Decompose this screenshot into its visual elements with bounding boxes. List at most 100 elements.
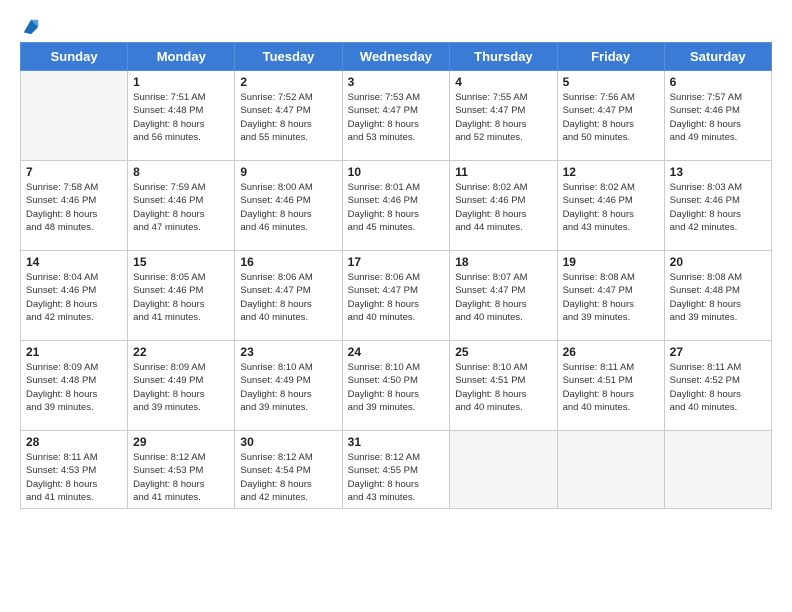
- day-info: Sunrise: 8:08 AM Sunset: 4:48 PM Dayligh…: [670, 271, 766, 324]
- day-info: Sunrise: 7:51 AM Sunset: 4:48 PM Dayligh…: [133, 91, 229, 144]
- day-number: 18: [455, 255, 551, 269]
- day-number: 9: [240, 165, 336, 179]
- day-info: Sunrise: 8:05 AM Sunset: 4:46 PM Dayligh…: [133, 271, 229, 324]
- day-info: Sunrise: 8:11 AM Sunset: 4:51 PM Dayligh…: [563, 361, 659, 414]
- day-number: 30: [240, 435, 336, 449]
- day-info: Sunrise: 8:10 AM Sunset: 4:50 PM Dayligh…: [348, 361, 445, 414]
- calendar-cell: 8 Sunrise: 7:59 AM Sunset: 4:46 PM Daylig…: [128, 161, 235, 251]
- calendar-cell: 7 Sunrise: 7:58 AM Sunset: 4:46 PM Daylig…: [21, 161, 128, 251]
- calendar-cell: 4 Sunrise: 7:55 AM Sunset: 4:47 PM Daylig…: [450, 71, 557, 161]
- week-row-3: 14Sunrise: 8:04 AM Sunset: 4:46 PM Dayli…: [21, 251, 772, 341]
- day-number: 23: [240, 345, 336, 359]
- logo-icon: [22, 18, 40, 36]
- day-number: 13: [670, 165, 766, 179]
- day-info: Sunrise: 8:03 AM Sunset: 4:46 PM Dayligh…: [670, 181, 766, 234]
- calendar-cell: 31 Sunrise: 8:12 AM Sunset: 4:55 PM Dayli…: [342, 431, 450, 509]
- week-row-1: 1 Sunrise: 7:51 AM Sunset: 4:48 PM Daylig…: [21, 71, 772, 161]
- day-info: Sunrise: 8:09 AM Sunset: 4:49 PM Dayligh…: [133, 361, 229, 414]
- day-info: Sunrise: 8:02 AM Sunset: 4:46 PM Dayligh…: [563, 181, 659, 234]
- week-row-2: 7 Sunrise: 7:58 AM Sunset: 4:46 PM Daylig…: [21, 161, 772, 251]
- day-info: Sunrise: 8:12 AM Sunset: 4:53 PM Dayligh…: [133, 451, 229, 504]
- weekday-header-row: SundayMondayTuesdayWednesdayThursdayFrid…: [21, 43, 772, 71]
- day-info: Sunrise: 7:56 AM Sunset: 4:47 PM Dayligh…: [563, 91, 659, 144]
- day-info: Sunrise: 8:11 AM Sunset: 4:53 PM Dayligh…: [26, 451, 122, 504]
- day-number: 26: [563, 345, 659, 359]
- day-info: Sunrise: 8:06 AM Sunset: 4:47 PM Dayligh…: [240, 271, 336, 324]
- calendar-cell: 12 Sunrise: 8:02 AM Sunset: 4:46 PM Dayli…: [557, 161, 664, 251]
- calendar-cell: 14Sunrise: 8:04 AM Sunset: 4:46 PM Dayli…: [21, 251, 128, 341]
- day-number: 14: [26, 255, 122, 269]
- day-number: 20: [670, 255, 766, 269]
- calendar-cell: 15 Sunrise: 8:05 AM Sunset: 4:46 PM Dayli…: [128, 251, 235, 341]
- calendar-cell: 21Sunrise: 8:09 AM Sunset: 4:48 PM Dayli…: [21, 341, 128, 431]
- calendar-cell: 5 Sunrise: 7:56 AM Sunset: 4:47 PM Daylig…: [557, 71, 664, 161]
- day-number: 21: [26, 345, 122, 359]
- day-number: 1: [133, 75, 229, 89]
- day-number: 31: [348, 435, 445, 449]
- day-number: 6: [670, 75, 766, 89]
- week-row-4: 21Sunrise: 8:09 AM Sunset: 4:48 PM Dayli…: [21, 341, 772, 431]
- day-number: 25: [455, 345, 551, 359]
- calendar-cell: 3 Sunrise: 7:53 AM Sunset: 4:47 PM Daylig…: [342, 71, 450, 161]
- day-number: 16: [240, 255, 336, 269]
- calendar-cell: 11 Sunrise: 8:02 AM Sunset: 4:46 PM Dayli…: [450, 161, 557, 251]
- weekday-header-saturday: Saturday: [664, 43, 771, 71]
- day-info: Sunrise: 8:02 AM Sunset: 4:46 PM Dayligh…: [455, 181, 551, 234]
- calendar-cell: 25 Sunrise: 8:10 AM Sunset: 4:51 PM Dayli…: [450, 341, 557, 431]
- calendar-cell: [21, 71, 128, 161]
- day-info: Sunrise: 7:58 AM Sunset: 4:46 PM Dayligh…: [26, 181, 122, 234]
- day-number: 27: [670, 345, 766, 359]
- calendar-cell: 13 Sunrise: 8:03 AM Sunset: 4:46 PM Dayli…: [664, 161, 771, 251]
- calendar-cell: 23 Sunrise: 8:10 AM Sunset: 4:49 PM Dayli…: [235, 341, 342, 431]
- day-number: 7: [26, 165, 122, 179]
- day-info: Sunrise: 8:06 AM Sunset: 4:47 PM Dayligh…: [348, 271, 445, 324]
- day-info: Sunrise: 7:55 AM Sunset: 4:47 PM Dayligh…: [455, 91, 551, 144]
- day-info: Sunrise: 7:57 AM Sunset: 4:46 PM Dayligh…: [670, 91, 766, 144]
- day-number: 19: [563, 255, 659, 269]
- calendar-cell: 27Sunrise: 8:11 AM Sunset: 4:52 PM Dayli…: [664, 341, 771, 431]
- weekday-header-thursday: Thursday: [450, 43, 557, 71]
- day-info: Sunrise: 8:07 AM Sunset: 4:47 PM Dayligh…: [455, 271, 551, 324]
- calendar-cell: 9 Sunrise: 8:00 AM Sunset: 4:46 PM Daylig…: [235, 161, 342, 251]
- weekday-header-monday: Monday: [128, 43, 235, 71]
- weekday-header-friday: Friday: [557, 43, 664, 71]
- calendar-cell: 16 Sunrise: 8:06 AM Sunset: 4:47 PM Dayli…: [235, 251, 342, 341]
- calendar-cell: 19 Sunrise: 8:08 AM Sunset: 4:47 PM Dayli…: [557, 251, 664, 341]
- day-info: Sunrise: 8:10 AM Sunset: 4:51 PM Dayligh…: [455, 361, 551, 414]
- day-number: 17: [348, 255, 445, 269]
- calendar-cell: 26 Sunrise: 8:11 AM Sunset: 4:51 PM Dayli…: [557, 341, 664, 431]
- day-number: 15: [133, 255, 229, 269]
- day-info: Sunrise: 8:12 AM Sunset: 4:55 PM Dayligh…: [348, 451, 445, 504]
- day-info: Sunrise: 8:12 AM Sunset: 4:54 PM Dayligh…: [240, 451, 336, 504]
- day-info: Sunrise: 8:01 AM Sunset: 4:46 PM Dayligh…: [348, 181, 445, 234]
- calendar-cell: 10Sunrise: 8:01 AM Sunset: 4:46 PM Dayli…: [342, 161, 450, 251]
- day-number: 12: [563, 165, 659, 179]
- day-number: 5: [563, 75, 659, 89]
- day-number: 28: [26, 435, 122, 449]
- calendar-cell: 18 Sunrise: 8:07 AM Sunset: 4:47 PM Dayli…: [450, 251, 557, 341]
- day-info: Sunrise: 8:00 AM Sunset: 4:46 PM Dayligh…: [240, 181, 336, 234]
- calendar-cell: [450, 431, 557, 509]
- day-number: 29: [133, 435, 229, 449]
- logo: [20, 18, 40, 32]
- calendar-table: SundayMondayTuesdayWednesdayThursdayFrid…: [20, 42, 772, 509]
- day-number: 3: [348, 75, 445, 89]
- calendar-cell: [557, 431, 664, 509]
- day-info: Sunrise: 7:53 AM Sunset: 4:47 PM Dayligh…: [348, 91, 445, 144]
- day-number: 8: [133, 165, 229, 179]
- calendar-cell: 29 Sunrise: 8:12 AM Sunset: 4:53 PM Dayli…: [128, 431, 235, 509]
- day-number: 11: [455, 165, 551, 179]
- day-number: 2: [240, 75, 336, 89]
- day-number: 24: [348, 345, 445, 359]
- weekday-header-tuesday: Tuesday: [235, 43, 342, 71]
- weekday-header-wednesday: Wednesday: [342, 43, 450, 71]
- calendar-cell: 24 Sunrise: 8:10 AM Sunset: 4:50 PM Dayli…: [342, 341, 450, 431]
- day-info: Sunrise: 8:10 AM Sunset: 4:49 PM Dayligh…: [240, 361, 336, 414]
- calendar-cell: 1 Sunrise: 7:51 AM Sunset: 4:48 PM Daylig…: [128, 71, 235, 161]
- calendar-cell: 28 Sunrise: 8:11 AM Sunset: 4:53 PM Dayli…: [21, 431, 128, 509]
- day-number: 4: [455, 75, 551, 89]
- calendar-cell: [664, 431, 771, 509]
- week-row-5: 28 Sunrise: 8:11 AM Sunset: 4:53 PM Dayli…: [21, 431, 772, 509]
- day-info: Sunrise: 8:08 AM Sunset: 4:47 PM Dayligh…: [563, 271, 659, 324]
- day-info: Sunrise: 7:59 AM Sunset: 4:46 PM Dayligh…: [133, 181, 229, 234]
